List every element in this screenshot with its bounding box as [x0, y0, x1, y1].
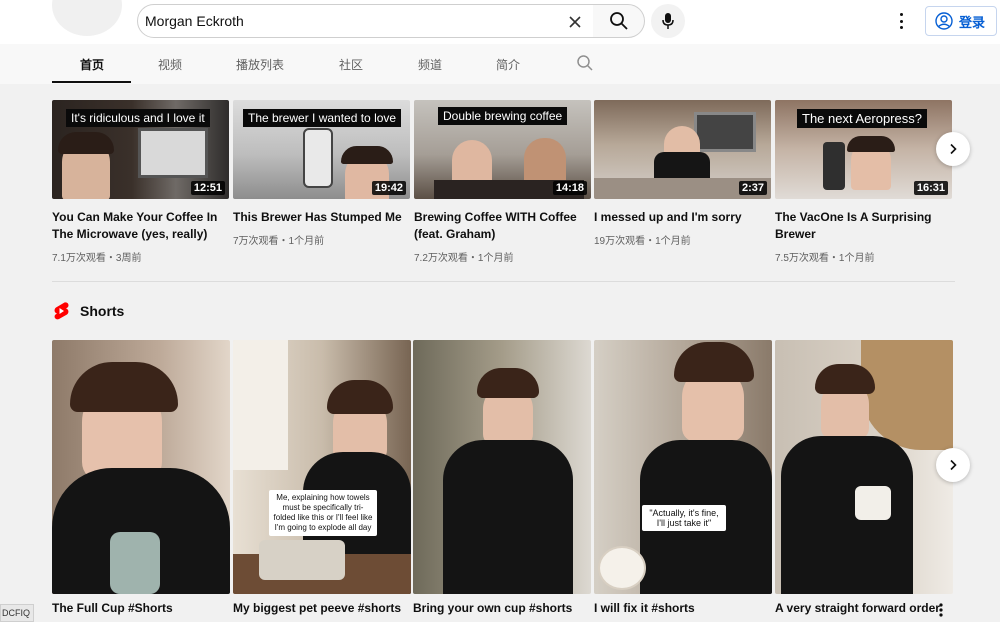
- video-thumbnail[interactable]: Double brewing coffee 14:18: [414, 100, 591, 199]
- hair-figure: [847, 136, 895, 152]
- brewer-figure: [303, 128, 333, 188]
- video-thumbnail[interactable]: The next Aeropress? 16:31: [775, 100, 952, 199]
- thumbnail-caption: Double brewing coffee: [438, 107, 568, 125]
- shirt-figure: [443, 440, 573, 594]
- microwave-figure: [694, 112, 756, 152]
- window-figure: [233, 340, 288, 470]
- short-card[interactable]: The Full Cup #Shorts: [52, 340, 230, 615]
- search-query-text[interactable]: Morgan Eckroth: [145, 13, 244, 29]
- hair-figure: [58, 132, 114, 154]
- video-title[interactable]: You Can Make Your Coffee In The Microwav…: [52, 209, 229, 243]
- video-title[interactable]: The VacOne Is A Surprising Brewer: [775, 209, 952, 243]
- tab-videos[interactable]: 视频: [158, 56, 182, 73]
- short-title[interactable]: The Full Cup #Shorts: [52, 601, 230, 615]
- user-account-icon: [935, 12, 953, 30]
- short-thumbnail[interactable]: [775, 340, 953, 594]
- video-meta: 7.1万次观看・3周前: [52, 253, 142, 264]
- video-meta: 7.5万次观看・1个月前: [775, 253, 875, 264]
- videos-next-button[interactable]: [936, 132, 970, 166]
- tab-about[interactable]: 简介: [496, 56, 520, 73]
- channel-tabs: 首页 视频 播放列表 社区 频道 简介: [0, 44, 1000, 84]
- search-button[interactable]: [593, 4, 645, 38]
- shorts-section-title: Shorts: [80, 303, 125, 319]
- top-bar: Morgan Eckroth 登录: [0, 0, 1000, 44]
- towel-figure: [110, 532, 160, 594]
- search-icon: [609, 12, 628, 30]
- video-meta: 19万次观看・1个月前: [594, 236, 691, 247]
- video-card[interactable]: It's ridiculous and I love it 12:51 You …: [52, 100, 229, 264]
- video-card[interactable]: Double brewing coffee 14:18 Brewing Coff…: [414, 100, 591, 264]
- shorts-next-button[interactable]: [936, 448, 970, 482]
- video-thumbnail[interactable]: The brewer I wanted to love 19:42: [233, 100, 410, 199]
- thumbnail-caption: It's ridiculous and I love it: [66, 109, 210, 127]
- hair-figure: [815, 364, 875, 394]
- hair-figure: [477, 368, 539, 398]
- login-label: 登录: [959, 14, 986, 30]
- short-title[interactable]: My biggest pet peeve #shorts: [233, 601, 411, 615]
- video-title[interactable]: Brewing Coffee WITH Coffee (feat. Graham…: [414, 209, 591, 243]
- short-overlay-caption: Me, explaining how towels must be specif…: [269, 490, 377, 536]
- video-duration: 16:31: [913, 181, 948, 195]
- video-thumbnail[interactable]: 2:37: [594, 100, 771, 199]
- chevron-right-icon: [950, 143, 957, 155]
- video-duration: 14:18: [552, 181, 587, 195]
- cup-figure: [598, 546, 646, 590]
- short-card[interactable]: Me, explaining how towels must be specif…: [233, 340, 411, 615]
- thumbnail-caption: The brewer I wanted to love: [243, 109, 402, 127]
- dried-flowers-figure: [861, 340, 953, 450]
- tab-channels[interactable]: 频道: [418, 56, 442, 73]
- section-divider: [52, 281, 955, 282]
- hair-figure: [674, 342, 754, 382]
- short-card[interactable]: A very straight forward order: [775, 340, 953, 615]
- channel-avatar[interactable]: [52, 0, 122, 36]
- video-card[interactable]: The brewer I wanted to love 19:42 This B…: [233, 100, 410, 247]
- video-meta: 7.2万次观看・1个月前: [414, 253, 514, 264]
- shorts-header: Shorts: [52, 301, 124, 321]
- short-overlay-caption: "Actually, it's fine, I'll just take it": [642, 505, 726, 531]
- corner-tag: DCFIQ: [0, 604, 34, 622]
- hair-figure: [341, 146, 393, 164]
- short-title[interactable]: Bring your own cup #shorts: [413, 601, 591, 615]
- tab-playlists[interactable]: 播放列表: [236, 56, 284, 73]
- hair-figure: [327, 380, 393, 414]
- video-card[interactable]: 2:37 I messed up and I'm sorry 19万次观看・1个…: [594, 100, 771, 247]
- video-card[interactable]: The next Aeropress? 16:31 The VacOne Is …: [775, 100, 952, 264]
- search-input[interactable]: Morgan Eckroth: [137, 4, 594, 38]
- short-title[interactable]: A very straight forward order: [775, 601, 953, 615]
- shirt-figure: [781, 436, 913, 594]
- close-icon[interactable]: [567, 14, 583, 30]
- microwave-figure: [138, 128, 208, 178]
- short-thumbnail[interactable]: [52, 340, 230, 594]
- short-thumbnail[interactable]: Me, explaining how towels must be specif…: [233, 340, 411, 594]
- cup-figure: [855, 486, 891, 520]
- video-thumbnail[interactable]: It's ridiculous and I love it 12:51: [52, 100, 229, 199]
- channel-search-icon[interactable]: [576, 54, 594, 72]
- video-duration: 12:51: [190, 181, 225, 195]
- short-thumbnail[interactable]: [413, 340, 591, 594]
- shorts-logo-icon: [54, 302, 69, 320]
- thumbnail-caption: The next Aeropress?: [797, 109, 927, 128]
- short-more-options-icon[interactable]: [938, 602, 944, 618]
- short-card[interactable]: "Actually, it's fine, I'll just take it"…: [594, 340, 772, 615]
- more-options-icon[interactable]: [894, 10, 908, 32]
- towel-figure: [259, 540, 345, 580]
- short-thumbnail[interactable]: "Actually, it's fine, I'll just take it": [594, 340, 772, 594]
- tab-community[interactable]: 社区: [339, 56, 363, 73]
- short-card[interactable]: Bring your own cup #shorts: [413, 340, 591, 615]
- video-title[interactable]: I messed up and I'm sorry: [594, 209, 771, 226]
- video-duration: 19:42: [371, 181, 406, 195]
- login-button[interactable]: 登录: [925, 6, 997, 36]
- hair-figure: [70, 362, 178, 412]
- microphone-icon: [662, 13, 674, 29]
- voice-search-button[interactable]: [651, 4, 685, 38]
- brewer-figure: [823, 142, 845, 190]
- active-tab-indicator: [52, 81, 131, 83]
- video-meta: 7万次观看・1个月前: [233, 236, 325, 247]
- tab-home[interactable]: 首页: [80, 56, 104, 73]
- video-title[interactable]: This Brewer Has Stumped Me: [233, 209, 410, 226]
- chevron-right-icon: [950, 459, 957, 471]
- short-title[interactable]: I will fix it #shorts: [594, 601, 772, 615]
- video-duration: 2:37: [738, 181, 767, 195]
